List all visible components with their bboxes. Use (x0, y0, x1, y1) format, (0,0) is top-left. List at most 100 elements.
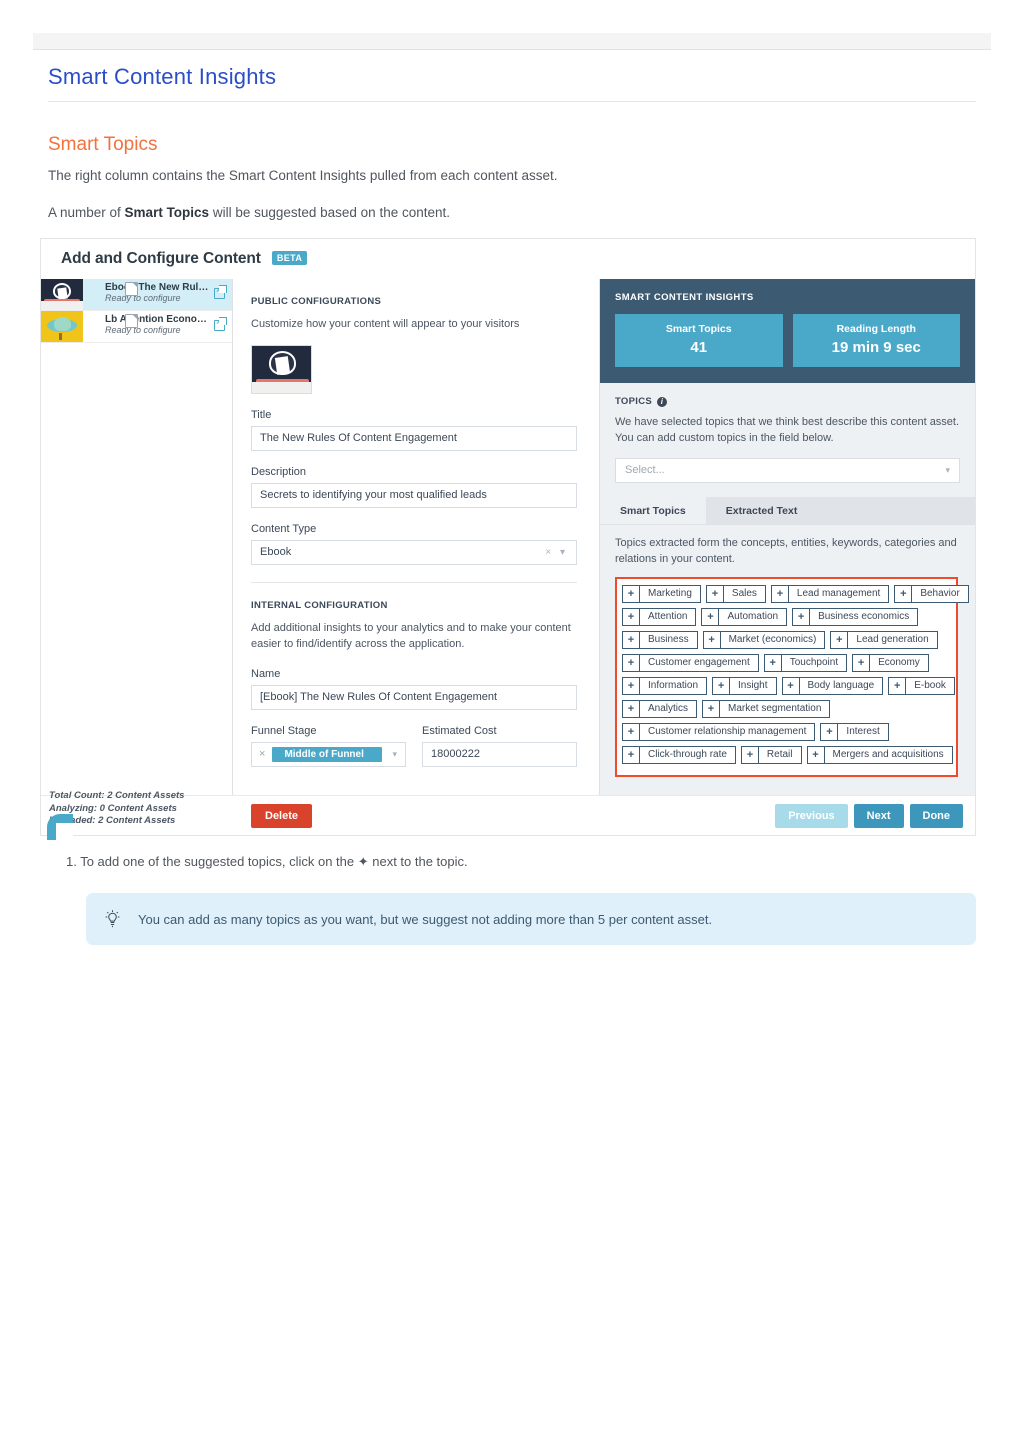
page-title: Smart Content Insights (48, 64, 976, 102)
description-input[interactable]: Secrets to identifying your most qualifi… (251, 482, 577, 508)
add-topic-icon[interactable]: + (623, 631, 640, 648)
topic-pill[interactable]: + Automation (701, 607, 788, 626)
add-topic-icon[interactable]: + (623, 677, 640, 694)
topic-pill[interactable]: + Sales (705, 584, 766, 603)
estimated-cost-input[interactable]: 18000222 (422, 741, 577, 767)
add-topic-icon[interactable]: + (623, 700, 640, 717)
intro-paragraph: The right column contains the Smart Cont… (48, 168, 558, 183)
delete-button[interactable]: Delete (251, 804, 313, 828)
topic-pill-row: + Attention + Automation + Business economics (622, 607, 951, 631)
topic-label: Attention (648, 611, 688, 623)
suggested-topics-container: + Marketing + Sales + Lead management + Behavio… (615, 576, 969, 777)
topic-pill[interactable]: + Attention (622, 607, 697, 626)
previous-button[interactable]: Previous (775, 804, 848, 828)
topic-pill[interactable]: + Behavior (894, 584, 969, 603)
add-topic-icon[interactable]: + (703, 700, 721, 717)
topic-pill[interactable]: + Business (622, 630, 698, 649)
topic-pill[interactable]: + Lead management (770, 584, 890, 603)
add-topic-icon[interactable]: + (831, 631, 849, 648)
topic-pill[interactable]: + Click-through rate (622, 745, 736, 764)
topic-label: Interest (846, 726, 880, 738)
topic-label: Information (648, 680, 699, 692)
topic-pill[interactable]: + Touchpoint (763, 653, 848, 672)
section-title: Smart Topics (48, 134, 158, 155)
topic-pill[interactable]: + Economy (852, 653, 929, 672)
topic-label: Business economics (818, 611, 910, 623)
add-topic-icon[interactable]: + (707, 585, 724, 602)
add-topic-icon[interactable]: + (623, 746, 640, 763)
add-topic-icon[interactable]: + (821, 723, 839, 740)
topic-pill[interactable]: + Lead generation (830, 630, 938, 649)
document-icon (125, 314, 138, 328)
topic-pill[interactable]: + Insight (712, 676, 777, 695)
tabs-filler (817, 496, 975, 524)
topic-pill[interactable]: + Customer engagement (622, 653, 759, 672)
add-topic-icon[interactable]: + (808, 746, 825, 763)
app-columns: Ebook The New Rules ... Ready to configu… (41, 279, 975, 797)
smart-topics-card-value: 41 (690, 339, 708, 356)
add-topic-icon[interactable]: + (783, 677, 800, 694)
list-item[interactable]: Lb Attention Economy... Ready to configu… (41, 311, 232, 343)
chevron-down-icon[interactable]: ▾ (945, 465, 950, 476)
clear-and-chevron-down-icon[interactable]: × ▾ (545, 541, 568, 564)
add-topic-icon[interactable]: + (895, 585, 913, 602)
add-topic-icon[interactable]: + (704, 631, 721, 648)
add-topic-icon[interactable]: + (853, 654, 871, 671)
tab-extracted-text[interactable]: Extracted Text (705, 496, 818, 524)
funnel-stage-select[interactable]: × Middle of Funnel ▾ (251, 741, 406, 767)
topic-pill-row: + Information + Insight + Body language + E-boo… (622, 676, 955, 700)
topic-pill[interactable]: + Mergers and acquisitions (806, 745, 953, 764)
topic-pill[interactable]: + Market segmentation (702, 699, 831, 718)
add-topic-icon[interactable]: + (889, 677, 907, 694)
info-icon[interactable]: i (657, 396, 667, 407)
insights-tabs: Smart Topics Extracted Text (600, 496, 975, 525)
next-button[interactable]: Next (853, 804, 904, 828)
topic-pill[interactable]: + Body language (781, 676, 884, 695)
add-topic-icon[interactable]: + (623, 608, 640, 625)
reading-length-card-label: Reading Length (836, 323, 916, 335)
reading-length-card-value: 19 min 9 sec (831, 339, 921, 356)
title-value: The New Rules Of Content Engagement (260, 431, 457, 444)
add-topic-icon[interactable]: + (702, 608, 720, 625)
topic-pill[interactable]: + Customer relationship management (622, 722, 816, 741)
decorative-blue-shape (47, 814, 73, 840)
add-topic-icon[interactable]: + (765, 654, 782, 671)
chevron-down-icon[interactable]: ▾ (392, 749, 401, 760)
add-topic-icon[interactable]: + (623, 585, 640, 602)
done-button[interactable]: Done (909, 804, 963, 828)
list-item[interactable]: Ebook The New Rules ... Ready to configu… (41, 279, 232, 311)
para2-post: will be suggested based on the content. (209, 205, 450, 220)
external-link-icon[interactable] (214, 288, 225, 299)
topic-pill[interactable]: + Analytics (622, 699, 698, 718)
instruction-step: 1. To add one of the suggested topics, c… (66, 854, 468, 869)
topic-label: Behavior (920, 588, 960, 600)
add-topic-icon[interactable]: + (623, 723, 640, 740)
topic-pill[interactable]: + Interest (820, 722, 889, 741)
custom-topic-placeholder: Select... (625, 464, 665, 477)
topic-pill[interactable]: + Retail (740, 745, 802, 764)
topic-pill[interactable]: + Information (622, 676, 708, 695)
tab-smart-topics[interactable]: Smart Topics (600, 496, 706, 524)
add-topic-icon[interactable]: + (623, 654, 640, 671)
topic-label: Sales (731, 588, 757, 600)
add-topic-icon[interactable]: + (793, 608, 811, 625)
name-input[interactable]: [Ebook] The New Rules Of Content Engagem… (251, 684, 577, 710)
close-icon[interactable]: × (256, 748, 268, 760)
topic-pill[interactable]: + Marketing (622, 584, 701, 603)
custom-topic-select[interactable]: Select... ▾ (615, 457, 960, 483)
topic-pill-row: + Business + Market (economics) + Lead genera… (622, 630, 951, 654)
tip-text: You can add as many topics as you want, … (138, 911, 713, 927)
tab-description: Topics extracted form the concepts, enti… (615, 536, 957, 565)
title-input[interactable]: The New Rules Of Content Engagement (251, 425, 577, 451)
page-top-bar (33, 33, 991, 50)
external-link-icon[interactable] (214, 320, 225, 331)
add-topic-icon[interactable]: + (772, 585, 789, 602)
asset-list: Ebook The New Rules ... Ready to configu… (41, 279, 233, 797)
content-type-select[interactable]: Ebook × ▾ (251, 539, 577, 565)
add-topic-icon[interactable]: + (742, 746, 759, 763)
add-topic-icon[interactable]: + (713, 677, 731, 694)
topic-pill[interactable]: + Business economics (792, 607, 919, 626)
topic-label: Automation (727, 611, 779, 623)
topic-pill[interactable]: + Market (economics) (702, 630, 826, 649)
topic-pill[interactable]: + E-book (888, 676, 955, 695)
